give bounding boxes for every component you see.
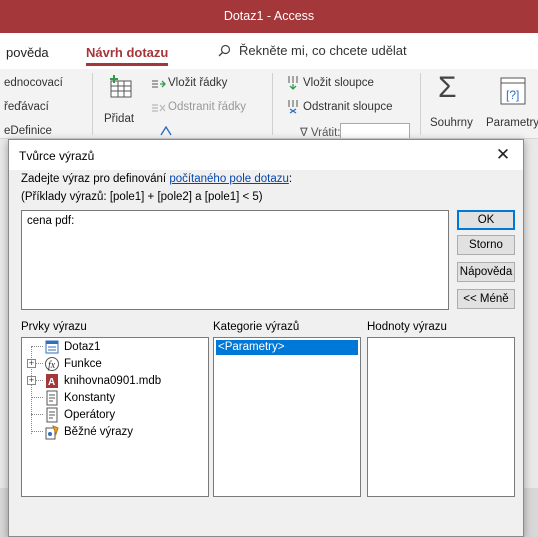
expression-elements-tree[interactable]: + + Dotaz1 fx Funkce A knihovna0901.mdb … — [21, 337, 209, 497]
ribbon-passthrough-item[interactable]: řeďávací — [4, 101, 49, 113]
svg-text:A: A — [48, 377, 55, 388]
dialog-title: Tvůrce výrazů — [19, 149, 95, 163]
insert-columns-icon — [288, 76, 298, 90]
expression-builder-dialog: Tvůrce výrazů ✕ Zadejte výraz pro defino… — [8, 139, 524, 537]
close-icon[interactable]: ✕ — [489, 142, 517, 168]
expression-categories-label: Kategorie výrazů — [213, 321, 300, 333]
ribbon-divider — [272, 73, 273, 135]
insert-rows-icon — [152, 80, 166, 88]
dialog-title-bar: Tvůrce výrazů ✕ — [9, 140, 523, 170]
tree-line — [31, 414, 43, 415]
tree-item-label: Dotaz1 — [64, 341, 101, 353]
dialog-prompt: Zadejte výraz pro definování počítaného … — [21, 173, 292, 185]
parameters-button[interactable]: Parametry — [486, 117, 538, 129]
totals-icon: Σ — [438, 71, 457, 104]
svg-text:[?]: [?] — [506, 88, 519, 102]
delete-rows-button[interactable]: Odstranit řádky — [168, 101, 246, 113]
help-button[interactable]: Nápověda — [457, 262, 515, 282]
expression-example: (Příklady výrazů: [pole1] + [pole2] a [p… — [21, 191, 263, 203]
tell-me-box[interactable]: Řekněte mi, co chcete udělat — [218, 43, 407, 58]
tab-help[interactable]: pověda — [6, 45, 49, 60]
ribbon-divider — [92, 73, 93, 135]
ribbon-union-item[interactable]: ednocovací — [4, 77, 63, 89]
background-area — [0, 139, 8, 537]
delete-columns-button[interactable]: Odstranit sloupce — [303, 101, 393, 113]
insert-rows-button[interactable]: Vložit řádky — [168, 77, 227, 89]
add-table-button[interactable]: Přidat — [104, 113, 134, 125]
expression-values-list[interactable] — [367, 337, 515, 497]
return-dropdown[interactable] — [340, 123, 410, 138]
tree-item-konstanty[interactable]: Konstanty — [44, 390, 115, 406]
tree-item-funkce[interactable]: fx Funkce — [44, 356, 102, 372]
ok-button[interactable]: OK — [457, 210, 515, 230]
ribbon-data-definition-item[interactable]: eDefinice — [4, 125, 52, 137]
expand-database-toggle[interactable]: + — [27, 376, 36, 385]
tree-item-label: knihovna0901.mdb — [64, 375, 162, 387]
title-bar: Dotaz1 - Access — [0, 0, 538, 33]
window-title: Dotaz1 - Access — [223, 9, 315, 23]
tell-me-label: Řekněte mi, co chcete udělat — [239, 43, 407, 58]
totals-button[interactable]: Souhrny — [430, 117, 473, 129]
tree-item-bezne-vyrazy[interactable]: Běžné výrazy — [44, 424, 133, 440]
cancel-button[interactable]: Storno — [457, 235, 515, 255]
tree-line — [31, 431, 43, 432]
expression-elements-label: Prvky výrazu — [21, 321, 87, 333]
prompt-text: Zadejte výraz pro definování — [21, 173, 170, 185]
common-expressions-icon — [45, 425, 59, 440]
background-area-right — [524, 139, 538, 537]
expression-categories-list[interactable]: <Parametry> — [213, 337, 361, 497]
less-button[interactable]: << Méně — [457, 289, 515, 309]
ribbon-divider — [420, 73, 421, 135]
insert-columns-button[interactable]: Vložit sloupce — [303, 77, 374, 89]
tree-item-label: Konstanty — [64, 392, 116, 404]
ribbon: ednocovací řeďávací eDefinice Přidat Vlo… — [0, 69, 538, 139]
delete-rows-icon — [152, 104, 166, 112]
prompt-suffix: : — [288, 173, 293, 185]
show-table-icon — [110, 75, 132, 98]
database-icon: A — [46, 374, 58, 388]
builder-icon — [160, 126, 172, 136]
expression-input[interactable]: cena pdf: — [21, 210, 449, 310]
tree-item-operatory[interactable]: Operátory — [44, 407, 115, 423]
expression-values-label: Hodnoty výrazu — [367, 321, 447, 333]
operators-icon — [46, 407, 58, 423]
ribbon-tabs: pověda Návrh dotazu Řekněte mi, co chcet… — [0, 33, 538, 69]
return-label: ∇ Vrátit: — [300, 127, 341, 139]
tab-query-design[interactable]: Návrh dotazu — [86, 45, 169, 66]
tree-item-label: Funkce — [64, 358, 102, 370]
function-icon: fx — [45, 357, 59, 371]
tree-line — [31, 397, 43, 398]
tree-item-dotaz1[interactable]: Dotaz1 — [44, 339, 100, 355]
search-icon — [218, 44, 231, 57]
parameters-icon: [?] — [500, 77, 526, 105]
svg-text:fx: fx — [48, 360, 56, 371]
tree-item-label: Operátory — [64, 409, 116, 421]
calculated-field-link[interactable]: počítaného pole dotazu — [169, 173, 289, 185]
tree-item-label: Běžné výrazy — [64, 426, 134, 438]
query-icon — [45, 340, 59, 354]
category-item-selected[interactable]: <Parametry> — [216, 340, 358, 355]
constants-icon — [46, 390, 58, 406]
tree-item-database[interactable]: A knihovna0901.mdb — [44, 373, 161, 389]
tree-line — [31, 346, 43, 347]
delete-columns-icon — [288, 100, 298, 114]
expand-funkce-toggle[interactable]: + — [27, 359, 36, 368]
